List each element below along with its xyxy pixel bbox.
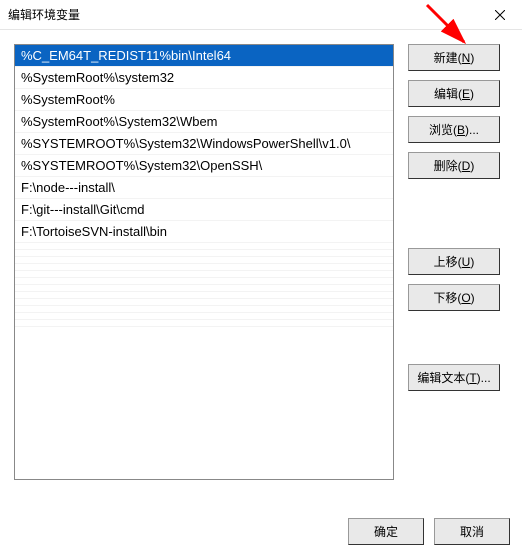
button-label: 编辑文本(T)... [417,369,490,386]
cancel-button[interactable]: 取消 [434,518,510,545]
list-item[interactable]: %SystemRoot%\system32 [15,67,393,89]
list-item[interactable] [15,285,393,292]
edit-button[interactable]: 编辑(E) [408,80,500,107]
window-title: 编辑环境变量 [8,6,80,23]
list-item[interactable]: F:\node---install\ [15,177,393,199]
button-label: 新建(N) [434,49,475,66]
env-var-listbox[interactable]: %C_EM64T_REDIST11%bin\Intel64%SystemRoot… [14,44,394,480]
list-item[interactable] [15,313,393,320]
button-label: 编辑(E) [434,85,474,102]
list-item[interactable]: F:\TortoiseSVN-install\bin [15,221,393,243]
content-area: %C_EM64T_REDIST11%bin\Intel64%SystemRoot… [0,30,522,480]
list-item[interactable] [15,278,393,285]
edit-text-button[interactable]: 编辑文本(T)... [408,364,500,391]
button-label: 删除(D) [434,157,475,174]
list-item[interactable]: %SYSTEMROOT%\System32\OpenSSH\ [15,155,393,177]
list-item[interactable] [15,257,393,264]
list-item[interactable]: %SystemRoot% [15,89,393,111]
button-column: 新建(N) 编辑(E) 浏览(B)... 删除(D) 上移(U) 下移(O) 编… [408,44,500,480]
list-item[interactable] [15,250,393,257]
delete-button[interactable]: 删除(D) [408,152,500,179]
list-item[interactable] [15,299,393,306]
close-button[interactable] [477,0,522,30]
list-item[interactable] [15,320,393,327]
list-item[interactable]: %C_EM64T_REDIST11%bin\Intel64 [15,45,393,67]
dialog-footer: 确定 取消 [348,518,510,545]
button-label: 上移(U) [434,253,475,270]
list-item[interactable] [15,243,393,250]
list-item[interactable] [15,306,393,313]
browse-button[interactable]: 浏览(B)... [408,116,500,143]
list-item[interactable]: %SYSTEMROOT%\System32\WindowsPowerShell\… [15,133,393,155]
close-icon [495,10,505,20]
new-button[interactable]: 新建(N) [408,44,500,71]
move-down-button[interactable]: 下移(O) [408,284,500,311]
titlebar: 编辑环境变量 [0,0,522,30]
ok-button[interactable]: 确定 [348,518,424,545]
list-item[interactable]: F:\git---install\Git\cmd [15,199,393,221]
move-up-button[interactable]: 上移(U) [408,248,500,275]
button-label: 浏览(B)... [429,121,479,138]
button-label: 下移(O) [433,289,474,306]
list-item[interactable] [15,271,393,278]
list-item[interactable] [15,264,393,271]
list-item[interactable] [15,292,393,299]
list-item[interactable]: %SystemRoot%\System32\Wbem [15,111,393,133]
